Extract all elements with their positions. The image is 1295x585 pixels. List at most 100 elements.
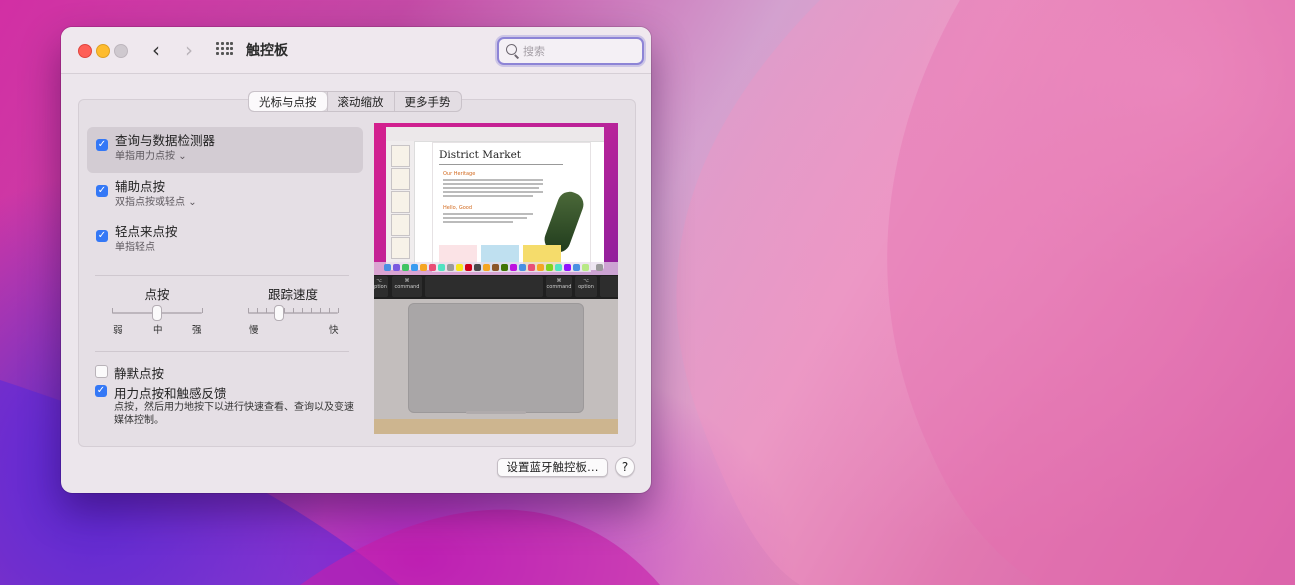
tracking-min-label: 慢 <box>249 325 259 336</box>
dock-app-icon <box>555 264 562 271</box>
doc-heading: Our Heritage <box>443 171 476 177</box>
dock-app-icon <box>501 264 508 271</box>
preview-sidebar <box>386 141 415 270</box>
slider-tick <box>302 308 303 313</box>
tab-scroll-zoom[interactable]: 滚动缩放 <box>326 92 394 111</box>
divider <box>95 351 349 352</box>
dock-app-icon <box>384 264 391 271</box>
slider-tick <box>338 308 339 313</box>
dock-app-icon <box>420 264 427 271</box>
dock-app-icon <box>429 264 436 271</box>
dock-app-icon <box>447 264 454 271</box>
dock-app-icon <box>546 264 553 271</box>
silent-click-label: 静默点按 <box>114 366 165 381</box>
option-secondary-click[interactable]: ✓ 辅助点按 双指点按或轻点 ⌄ <box>87 173 363 219</box>
doc-text-line <box>443 179 543 181</box>
dock-app-icon <box>474 264 481 271</box>
doc-text-line <box>443 195 533 197</box>
dock-app-icon <box>519 264 526 271</box>
close-button[interactable] <box>78 44 92 58</box>
tab-point-click[interactable]: 光标与点按 <box>249 92 327 111</box>
slider-tick <box>293 308 294 313</box>
forward-chevron-icon[interactable]: › <box>178 39 200 61</box>
preview-keyboard: ⌥option ⌘command ⌘command ⌥option <box>374 275 618 299</box>
dock-app-icon <box>537 264 544 271</box>
slider-tick <box>112 308 113 313</box>
preview-document: District Market Our Heritage Hello, Good <box>432 142 591 272</box>
titlebar: ‹ › 触控板 <box>61 27 651 74</box>
page-thumbnail <box>391 214 410 236</box>
zoom-button[interactable] <box>114 44 128 58</box>
option-key: ⌥option <box>575 276 597 297</box>
click-mid-label: 中 <box>153 325 163 336</box>
tracking-max-label: 快 <box>329 325 339 336</box>
silent-click-checkbox[interactable] <box>95 365 108 378</box>
dock-app-icon <box>582 264 589 271</box>
tracking-slider-label: 跟踪速度 <box>267 287 318 302</box>
slider-tick <box>257 308 258 313</box>
slider-tick <box>248 308 249 313</box>
trash-icon <box>596 264 603 271</box>
option-key: ⌥option <box>374 276 388 297</box>
lookup-gesture-dropdown[interactable]: 单指用力点按 ⌄ <box>115 147 187 162</box>
dock-app-icon <box>465 264 472 271</box>
slider-tick <box>311 308 312 313</box>
dock-app-icon <box>564 264 571 271</box>
dock-app-icon <box>573 264 580 271</box>
preview-palmrest <box>374 299 618 434</box>
dock-app-icon <box>510 264 517 271</box>
force-click-checkbox[interactable]: ✓ <box>95 385 107 397</box>
secondary-click-checkbox[interactable]: ✓ <box>96 185 108 197</box>
dock-app-icon <box>438 264 445 271</box>
tap-to-click-checkbox[interactable]: ✓ <box>96 230 108 242</box>
click-max-label: 强 <box>192 325 202 336</box>
window-title: 触控板 <box>246 43 288 59</box>
space-key <box>425 276 543 297</box>
option-tap-to-click[interactable]: ✓ 轻点来点按 单指轻点 <box>87 218 363 264</box>
setup-bluetooth-trackpad-button[interactable]: 设置蓝牙触控板… <box>497 458 608 477</box>
preview-toolbar <box>386 127 604 142</box>
chevron-down-icon: ⌄ <box>178 151 187 162</box>
page-thumbnail <box>391 237 410 259</box>
tab-more-gestures[interactable]: 更多手势 <box>393 92 461 111</box>
click-slider-label: 点按 <box>144 287 170 302</box>
preview-dock <box>374 262 618 275</box>
preview-app-window: District Market Our Heritage Hello, Good <box>386 127 604 272</box>
help-button[interactable]: ? <box>615 457 635 477</box>
doc-text-line <box>443 191 543 193</box>
click-slider-knob[interactable] <box>152 305 162 321</box>
force-click-label: 用力点按和触感反馈 <box>114 386 227 401</box>
dock-app-icon <box>483 264 490 271</box>
minimize-button[interactable] <box>96 44 110 58</box>
page-thumbnail <box>391 145 410 167</box>
trackpad-preferences-window: ‹ › 触控板 光标与点按 滚动缩放 更多手势 ✓ 查询与数据检测器 单指用力点… <box>61 27 651 493</box>
show-all-grid-icon[interactable] <box>216 42 233 57</box>
doc-text-line <box>443 183 543 185</box>
tracking-slider-knob[interactable] <box>274 305 284 321</box>
chevron-down-icon: ⌄ <box>188 197 197 208</box>
doc-text-line <box>443 187 539 189</box>
divider <box>95 275 349 276</box>
option-subtitle: 单指轻点 <box>115 242 155 253</box>
doc-text-line <box>443 213 533 215</box>
dock-app-icon <box>393 264 400 271</box>
doc-rule <box>439 164 563 165</box>
dock-app-icon <box>528 264 535 271</box>
slider-tick <box>320 308 321 313</box>
search-field[interactable] <box>497 37 644 65</box>
slider-tick <box>284 308 285 313</box>
lookup-checkbox[interactable]: ✓ <box>96 139 108 151</box>
click-min-label: 弱 <box>113 325 123 336</box>
search-input[interactable] <box>523 42 633 60</box>
option-lookup-data-detectors[interactable]: ✓ 查询与数据检测器 单指用力点按 ⌄ <box>87 127 363 173</box>
secondary-click-dropdown[interactable]: 双指点按或轻点 ⌄ <box>115 193 197 208</box>
page-thumbnail <box>391 168 410 190</box>
preview-trackpad <box>408 303 584 413</box>
force-click-description: 点按，然后用力地按下以进行快速查看、查询以及变速媒体控制。 <box>114 402 354 426</box>
command-key: ⌘ command <box>392 276 422 297</box>
doc-title: District Market <box>439 149 522 161</box>
back-chevron-icon[interactable]: ‹ <box>145 39 167 61</box>
preview-desk <box>374 419 618 434</box>
dock-app-icon <box>492 264 499 271</box>
tab-bar: 光标与点按 滚动缩放 更多手势 <box>248 91 462 112</box>
